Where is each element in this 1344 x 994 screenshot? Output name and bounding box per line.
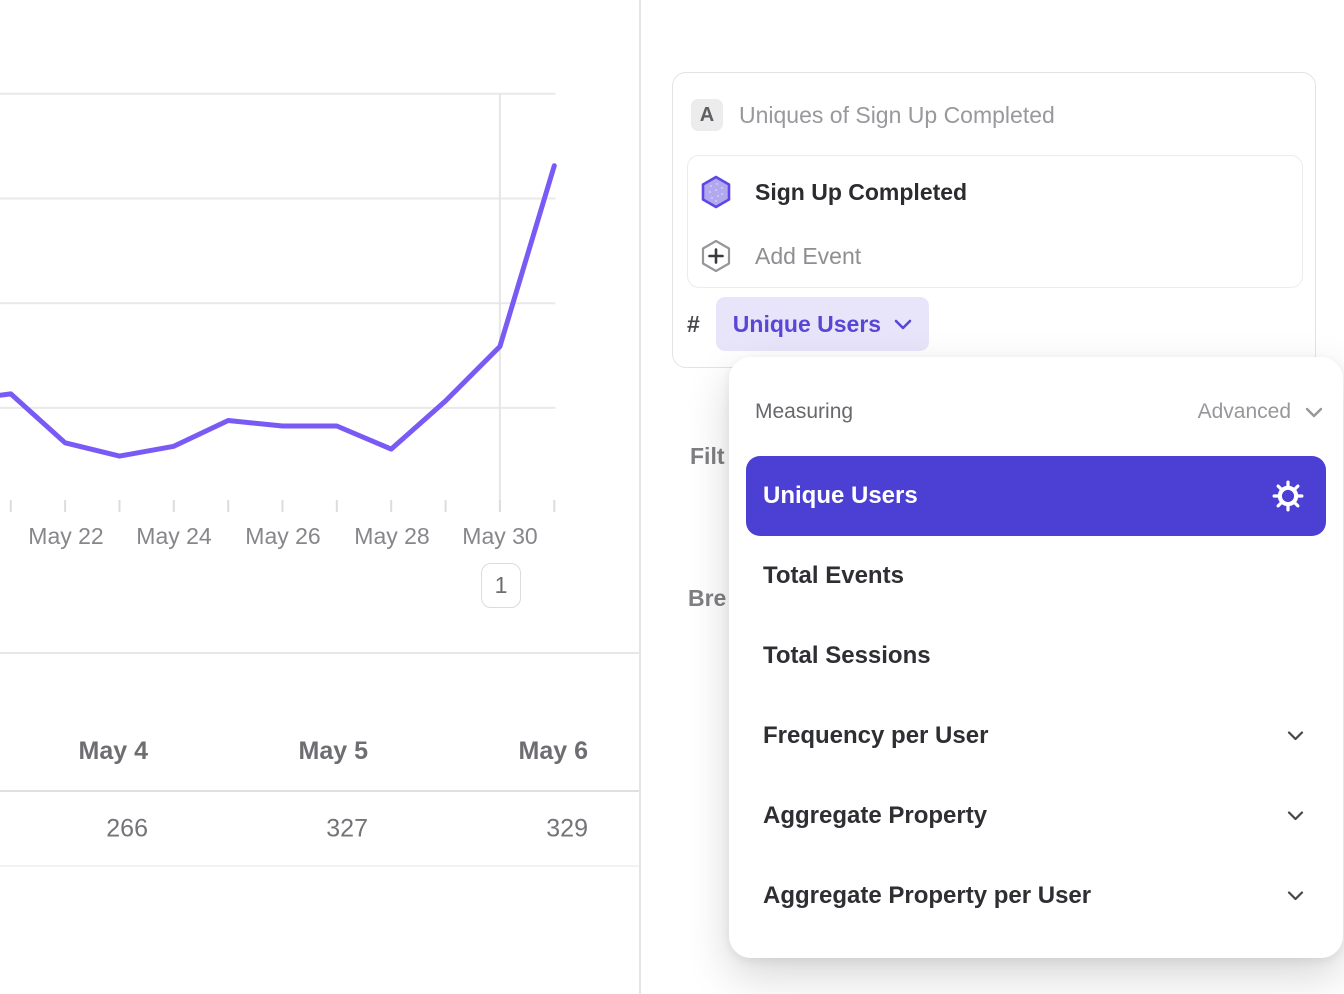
table-header-may-4: May 4 — [0, 737, 148, 766]
measurement-row: # Unique Users — [687, 297, 929, 351]
table-cell-may-5: 327 — [148, 814, 368, 843]
results-table: May 4 May 5 May 6 266 327 329 — [0, 652, 639, 867]
add-event-label: Add Event — [755, 243, 861, 270]
chart-pane: May 22 May 24 May 26 May 28 May 30 1 May… — [0, 0, 639, 994]
x-axis-label: May 24 — [136, 523, 211, 550]
event-hexagon-icon — [701, 175, 731, 209]
measuring-menu-header: Measuring Advanced — [755, 400, 1323, 424]
x-axis-label: May 26 — [245, 523, 320, 550]
chevron-down-icon — [1287, 891, 1304, 901]
menu-item-label: Unique Users — [763, 482, 918, 510]
event-row-sign-up-completed[interactable]: Sign Up Completed — [701, 164, 1292, 220]
table-cell-may-6: 329 — [368, 814, 588, 843]
chevron-down-icon — [894, 319, 912, 330]
measuring-dropdown-menu: Measuring Advanced Unique Users — [729, 357, 1343, 958]
series-a-badge: A — [691, 99, 723, 131]
table-header-may-6: May 6 — [368, 737, 588, 766]
count-symbol: # — [687, 311, 700, 338]
menu-item-label: Total Events — [763, 562, 904, 590]
measuring-options-list: Unique Users — [746, 456, 1326, 936]
menu-item-label: Total Sessions — [763, 642, 931, 670]
event-name-label: Sign Up Completed — [755, 179, 967, 206]
pane-divider — [639, 0, 641, 994]
menu-item-label: Frequency per User — [763, 722, 988, 750]
metric-title-row: A Uniques of Sign Up Completed — [691, 99, 1055, 131]
advanced-mode-label: Advanced — [1198, 400, 1291, 424]
add-event-hexagon-plus-icon — [701, 239, 731, 273]
menu-item-aggregate-property[interactable]: Aggregate Property — [746, 776, 1326, 856]
series-page-badge[interactable]: 1 — [481, 563, 521, 608]
insights-report-view: May 22 May 24 May 26 May 28 May 30 1 May… — [0, 0, 1344, 994]
menu-item-aggregate-property-per-user[interactable]: Aggregate Property per User — [746, 856, 1326, 936]
event-list-card: Sign Up Completed Add Event — [687, 155, 1303, 288]
x-axis: May 22 May 24 May 26 May 28 May 30 — [0, 523, 639, 553]
advanced-mode-selector[interactable]: Advanced — [1198, 400, 1323, 424]
menu-item-total-sessions[interactable]: Total Sessions — [746, 616, 1326, 696]
measurement-value: Unique Users — [733, 311, 881, 338]
table-header-row: May 4 May 5 May 6 — [0, 652, 639, 792]
chevron-down-icon — [1287, 811, 1304, 821]
metric-query-card: A Uniques of Sign Up Completed — [672, 72, 1316, 368]
menu-item-unique-users[interactable]: Unique Users — [746, 456, 1326, 536]
breakdowns-section-label-clipped: Bre — [688, 585, 726, 612]
line-chart-canvas — [0, 0, 639, 560]
menu-item-total-events[interactable]: Total Events — [746, 536, 1326, 616]
add-event-button[interactable]: Add Event — [701, 228, 1292, 284]
menu-item-label: Aggregate Property — [763, 802, 987, 830]
table-header-may-5: May 5 — [148, 737, 368, 766]
measuring-label: Measuring — [755, 400, 853, 424]
x-axis-label: May 28 — [354, 523, 429, 550]
x-axis-label: May 30 — [462, 523, 537, 550]
menu-item-frequency-per-user[interactable]: Frequency per User — [746, 696, 1326, 776]
menu-item-label: Aggregate Property per User — [763, 882, 1091, 910]
measurement-dropdown-trigger[interactable]: Unique Users — [716, 297, 929, 351]
table-row: 266 327 329 — [0, 792, 639, 867]
filters-section-label-clipped: Filt — [690, 443, 725, 470]
table-cell-may-4: 266 — [0, 814, 148, 843]
metric-title: Uniques of Sign Up Completed — [739, 102, 1055, 129]
chevron-down-icon — [1305, 407, 1323, 418]
chevron-down-icon — [1287, 731, 1304, 741]
x-axis-label: May 22 — [28, 523, 103, 550]
gear-icon[interactable] — [1272, 480, 1304, 512]
line-chart: May 22 May 24 May 26 May 28 May 30 1 — [0, 0, 639, 560]
